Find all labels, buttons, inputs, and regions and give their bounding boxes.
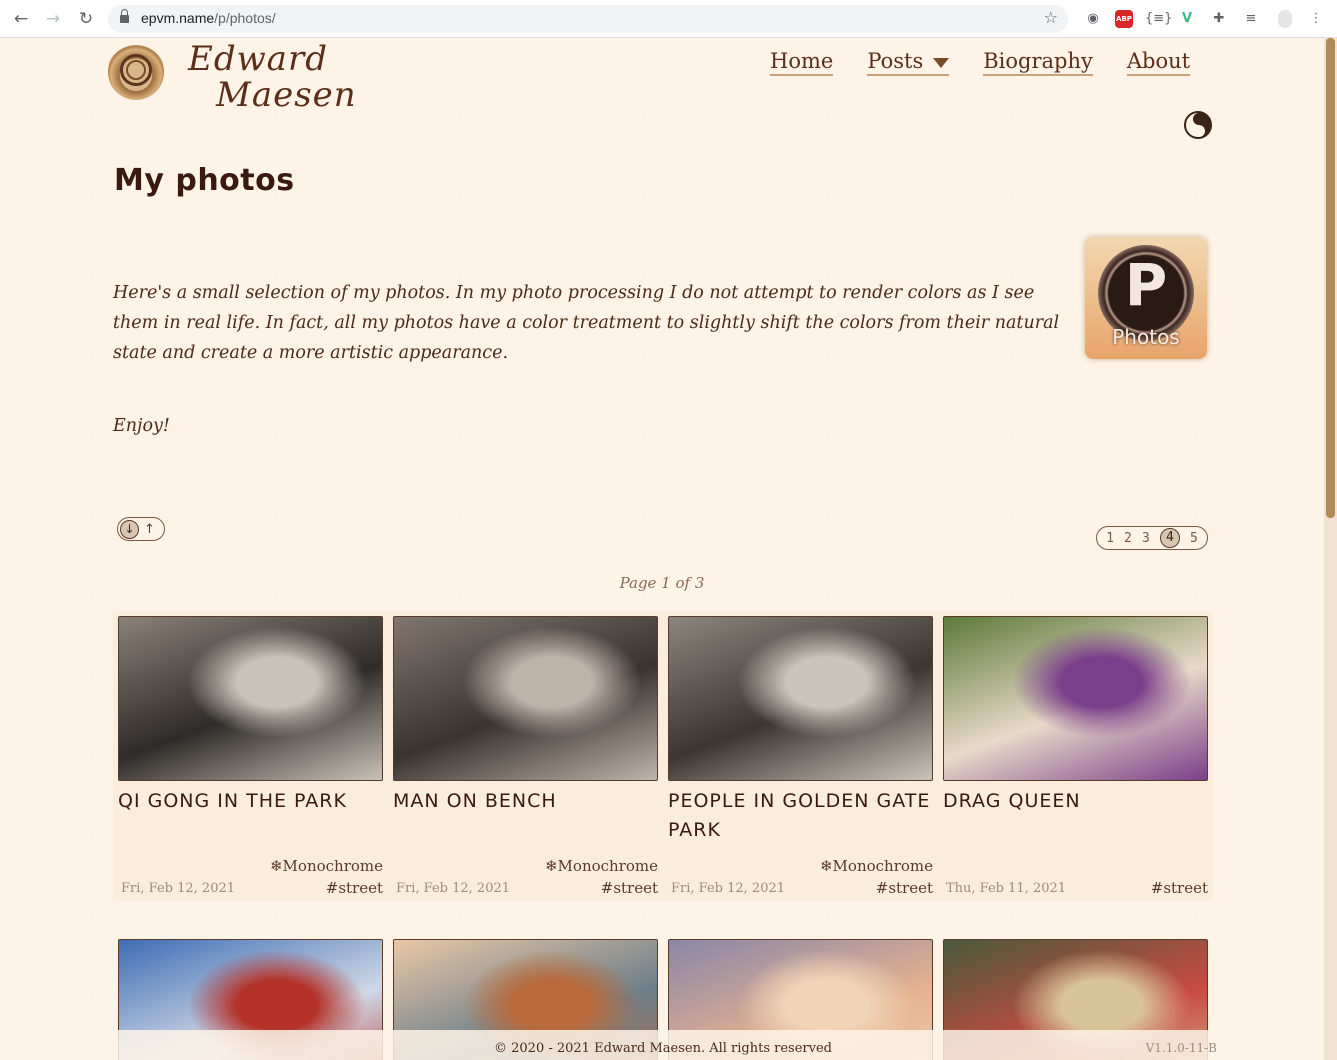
photo-tag-street[interactable]: #street [601,879,658,897]
photo-date: Fri, Feb 12, 2021 [671,881,786,896]
menu-posts[interactable]: Posts [867,49,950,76]
photo-date: Fri, Feb 12, 2021 [396,881,511,896]
photo-tag-street[interactable]: #street [326,879,383,897]
photo-title[interactable]: Drag Queen [943,787,1213,816]
dropdown-triangle-icon [933,57,950,68]
scrollbar-thumb[interactable] [1326,38,1335,518]
pager-option[interactable]: 3 [1142,531,1150,546]
pager-option-current[interactable]: 4 [1159,528,1180,548]
photo-thumbnail[interactable] [393,616,658,781]
page-content: Edward Maesen Home Posts Biography About… [0,39,1324,1060]
photo-date: Fri, Feb 12, 2021 [121,881,236,896]
pager-option[interactable]: 5 [1190,531,1198,546]
pager-option[interactable]: 2 [1124,531,1132,546]
signature-logo[interactable]: Edward Maesen [188,41,357,113]
json-viewer-icon[interactable]: {≡} [1145,9,1172,29]
adblock-icon[interactable]: ABP [1115,10,1133,28]
media-queue-icon[interactable]: ≡ [1241,9,1261,29]
photo-tag-street[interactable]: #street [876,879,933,897]
page-size-selector: 1 2 3 4 5 [1096,526,1208,550]
copyright-text: © 2020 - 2021 Edward Maesen. All rights … [494,1041,832,1056]
menu-about[interactable]: About [1126,49,1191,76]
page-info: Page 1 of 3 [619,574,705,592]
photo-thumbnail[interactable] [118,616,383,781]
page-title: My photos [114,163,295,198]
photo-thumbnail[interactable] [668,616,933,781]
photo-title[interactable]: Qi Gong in the Park [118,787,388,816]
version-text: V1.1.0-11-B [1145,1041,1217,1055]
menu-home[interactable]: Home [770,49,834,76]
back-icon[interactable]: ← [9,7,33,31]
browser-toolbar: ← → ↻ epvm.name/p/photos/ ☆ ◉ ABP {≡} V … [0,0,1337,38]
vue-devtools-icon[interactable]: V [1178,9,1196,29]
photo-date: Thu, Feb 11, 2021 [946,881,1067,896]
menu-kebab-icon[interactable]: ⋮ [1306,9,1326,29]
triquetra-logo-icon[interactable] [108,44,164,100]
intro-text: Here's a small selection of my photos. I… [113,283,1060,363]
profile-avatar[interactable] [1278,10,1292,28]
bookmark-star-icon[interactable]: ☆ [1044,8,1058,27]
photo-tag-monochrome[interactable]: ❄Monochrome [820,857,933,875]
photo-tag-monochrome[interactable]: ❄Monochrome [545,857,658,875]
menu-biography[interactable]: Biography [983,49,1093,76]
page-scrollbar[interactable] [1324,38,1337,1060]
photo-tag-monochrome[interactable]: ❄Monochrome [270,857,383,875]
sort-descending-icon[interactable]: ↓ [120,519,139,539]
enjoy-text: Enjoy! [113,416,170,436]
address-bar[interactable]: epvm.name/p/photos/ ☆ [108,5,1068,33]
lock-icon [120,9,129,24]
photos-category-badge: P Photos [1085,237,1207,359]
theme-toggle-yinyang-icon[interactable] [1184,111,1212,139]
sort-ascending-icon[interactable]: ↑ [144,522,155,537]
photo-thumbnail[interactable] [943,616,1208,781]
footer: © 2020 - 2021 Edward Maesen. All rights … [103,1030,1223,1060]
extension-eye-icon[interactable]: ◉ [1083,9,1103,29]
url-text[interactable]: epvm.name/p/photos/ [141,10,276,26]
sort-order-toggle[interactable]: ↓ ↑ [117,517,165,541]
photo-tag-street[interactable]: #street [1151,879,1208,897]
main-menu: Home Posts Biography About [770,49,1191,76]
reload-icon[interactable]: ↻ [74,7,98,31]
forward-icon[interactable]: → [41,7,65,31]
photo-title[interactable]: People in Golden Gate Park [668,787,938,845]
pager-option[interactable]: 1 [1106,531,1114,546]
extensions-puzzle-icon[interactable]: ✚ [1209,9,1229,29]
photo-title[interactable]: Man on Bench [393,787,663,816]
